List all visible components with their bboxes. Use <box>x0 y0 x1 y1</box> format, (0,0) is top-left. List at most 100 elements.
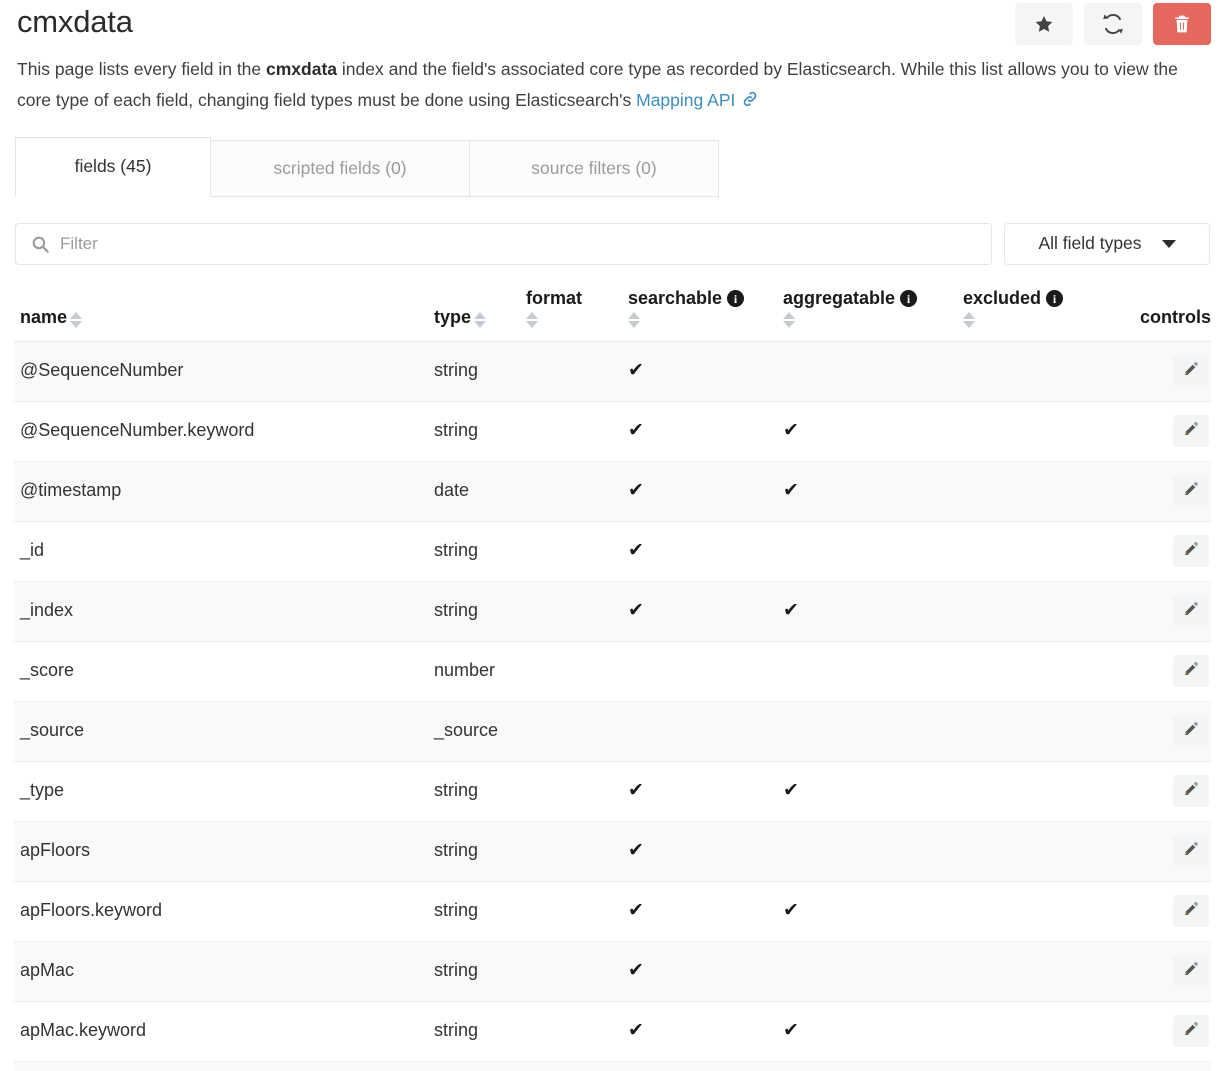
checkmark-icon: ✔ <box>628 360 644 381</box>
checkmark-icon: ✔ <box>628 480 644 501</box>
cell-aggregatable <box>783 701 963 762</box>
field-type-select[interactable]: All field types <box>1004 222 1210 265</box>
cell-aggregatable <box>783 521 963 582</box>
info-icon-searchable[interactable]: i <box>727 290 745 307</box>
cell-excluded <box>963 581 1113 642</box>
sort-format-button[interactable] <box>526 311 538 331</box>
cell-excluded <box>963 641 1113 702</box>
column-header-controls: controls <box>1113 284 1211 342</box>
tab-filler <box>718 196 1211 197</box>
cell-field-type: string <box>434 341 526 402</box>
cell-field-name: _score <box>14 641 434 702</box>
checkmark-icon: ✔ <box>783 1020 799 1041</box>
cell-aggregatable: ✔ <box>783 1001 963 1062</box>
cell-searchable: ✔ <box>628 941 783 1002</box>
info-icon-aggregatable[interactable]: i <box>900 290 918 307</box>
checkmark-icon: ✔ <box>628 780 644 801</box>
search-field-wrapper <box>15 222 992 265</box>
mapping-api-link[interactable]: Mapping API <box>636 90 735 110</box>
info-icon-excluded[interactable]: i <box>1046 290 1064 307</box>
cell-field-name: apMac.keyword <box>14 1001 434 1062</box>
edit-field-button[interactable] <box>1173 834 1209 867</box>
cell-field-type: string <box>434 881 526 942</box>
tab-scripted-fields[interactable]: scripted fields (0) <box>210 140 470 197</box>
cell-searchable <box>628 701 783 762</box>
edit-field-button[interactable] <box>1173 594 1209 627</box>
sort-name-button[interactable] <box>70 311 83 331</box>
checkmark-icon: ✔ <box>628 900 644 921</box>
cell-field-format <box>526 581 628 642</box>
tab-fields[interactable]: fields (45) <box>15 137 211 197</box>
checkmark-icon: ✔ <box>783 480 799 501</box>
column-label-type: type <box>434 306 472 327</box>
cell-field-format <box>526 761 628 822</box>
cell-aggregatable <box>783 941 963 1002</box>
cell-controls <box>1113 641 1211 702</box>
cell-field-format <box>526 341 628 402</box>
set-default-index-button[interactable] <box>1015 3 1073 45</box>
cell-field-name: _type <box>14 761 434 822</box>
fields-table-header-row: name type format searchable i aggregatab… <box>14 284 1211 342</box>
cell-field-format <box>526 1061 628 1071</box>
edit-field-button[interactable] <box>1173 654 1209 687</box>
checkmark-icon: ✔ <box>628 600 644 621</box>
index-name: cmxdata <box>266 59 338 79</box>
cell-controls <box>1113 941 1211 1002</box>
tab-source-filters[interactable]: source filters (0) <box>469 140 719 197</box>
header-actions <box>1015 2 1211 45</box>
sort-excluded-button[interactable] <box>963 311 975 331</box>
table-row: _source _source <box>14 701 1211 762</box>
sort-searchable-button[interactable] <box>628 311 640 331</box>
cell-controls <box>1113 701 1211 762</box>
sort-aggregatable-button[interactable] <box>783 311 795 331</box>
table-row: @timestamp date ✔ ✔ <box>14 461 1211 522</box>
column-label-excluded: excluded i <box>963 285 1064 312</box>
table-row: apMac.keyword string ✔ ✔ <box>14 1001 1211 1062</box>
cell-excluded <box>963 941 1113 1002</box>
fields-table: name type format searchable i aggregatab… <box>14 284 1211 1071</box>
cell-aggregatable: ✔ <box>783 461 963 522</box>
cell-excluded <box>963 341 1113 402</box>
edit-field-button[interactable] <box>1173 954 1209 987</box>
edit-field-button[interactable] <box>1173 774 1209 807</box>
cell-field-type: string <box>434 941 526 1002</box>
edit-field-button[interactable] <box>1173 534 1209 567</box>
table-row: @SequenceNumber.keyword string ✔ ✔ <box>14 401 1211 462</box>
checkmark-icon: ✔ <box>783 420 799 441</box>
edit-field-button[interactable] <box>1173 474 1209 507</box>
table-row: apTagsstring ✔ <box>14 1061 1211 1071</box>
edit-field-button[interactable] <box>1173 1014 1209 1047</box>
cell-field-name: _id <box>14 521 434 582</box>
search-input[interactable] <box>15 222 992 265</box>
edit-field-button[interactable] <box>1173 894 1209 927</box>
edit-field-button[interactable] <box>1173 714 1209 747</box>
star-icon <box>1033 14 1055 35</box>
cell-field-name: _index <box>14 581 434 642</box>
cell-field-name: apFloors <box>14 821 434 882</box>
filter-bar: All field types <box>14 222 1211 265</box>
table-row: @SequenceNumber string ✔ <box>14 341 1211 402</box>
column-header-type: type <box>434 284 526 342</box>
pencil-icon <box>1183 661 1199 680</box>
cell-searchable <box>628 641 783 702</box>
table-row: _score number <box>14 641 1211 702</box>
column-label-controls: controls <box>1139 306 1211 327</box>
checkmark-icon: ✔ <box>628 840 644 861</box>
cell-field-format <box>526 701 628 762</box>
edit-field-button[interactable] <box>1173 414 1209 447</box>
checkmark-icon: ✔ <box>628 1020 644 1041</box>
edit-field-button[interactable] <box>1173 354 1209 387</box>
pencil-icon <box>1183 541 1199 560</box>
refresh-fields-button[interactable] <box>1084 3 1142 45</box>
external-link-icon[interactable] <box>740 87 760 118</box>
cell-controls <box>1113 461 1211 522</box>
delete-index-pattern-button[interactable] <box>1153 3 1211 45</box>
fields-table-body: @SequenceNumber string ✔ @SequenceNumber.ke… <box>14 341 1211 1071</box>
cell-field-type: string <box>434 1001 526 1062</box>
pencil-icon <box>1183 781 1199 800</box>
cell-field-format <box>526 401 628 462</box>
cell-excluded <box>963 821 1113 882</box>
checkmark-icon: ✔ <box>783 900 799 921</box>
sort-type-button[interactable] <box>474 311 487 331</box>
cell-field-format <box>526 1001 628 1062</box>
